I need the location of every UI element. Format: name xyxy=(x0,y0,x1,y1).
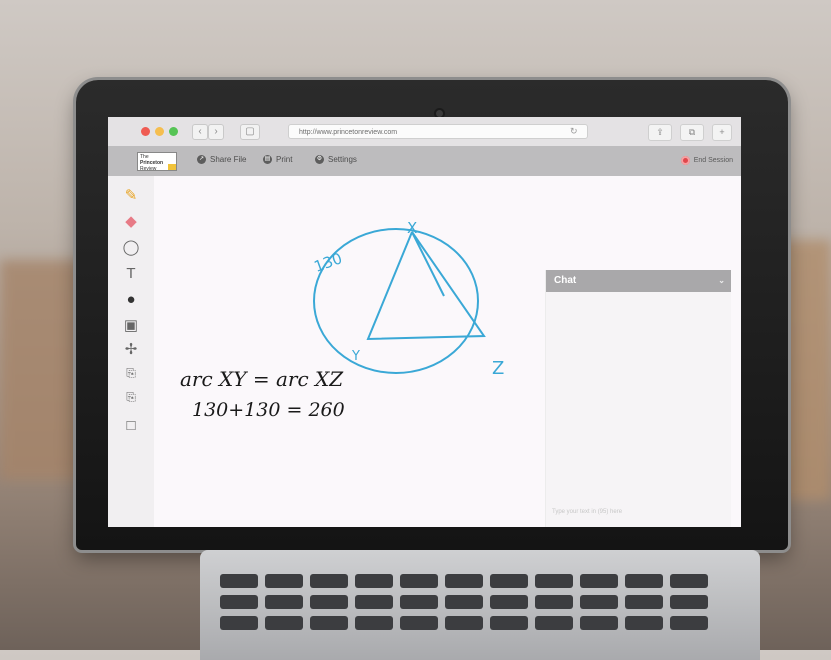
key xyxy=(535,616,573,630)
logo-accent xyxy=(168,164,176,170)
key xyxy=(310,595,348,609)
key xyxy=(400,574,438,588)
key xyxy=(220,616,258,630)
reload-icon[interactable]: ↻ xyxy=(570,126,578,137)
print-label: Print xyxy=(276,155,293,164)
key xyxy=(580,595,618,609)
print-icon: ▤ xyxy=(263,155,272,164)
key xyxy=(265,574,303,588)
chat-header[interactable]: Chat ⌄ xyxy=(546,270,731,292)
key xyxy=(445,595,483,609)
settings-label: Settings xyxy=(328,155,357,164)
window-maximize-button[interactable] xyxy=(169,127,178,136)
drawn-triangle xyxy=(366,231,486,341)
key xyxy=(445,616,483,630)
forward-icon[interactable]: › xyxy=(208,124,224,140)
chat-panel: Chat ⌄ Type your text in (95) here xyxy=(545,270,731,527)
app-header: The Princeton Review ↗ Share File ▤ Prin… xyxy=(108,146,741,176)
window-close-button[interactable] xyxy=(141,127,150,136)
label-y: Y xyxy=(351,349,360,364)
new-tab-icon[interactable]: + xyxy=(712,124,732,141)
key xyxy=(625,574,663,588)
key xyxy=(355,595,393,609)
keyboard xyxy=(220,574,740,630)
image-icon[interactable]: ▣ xyxy=(122,316,140,334)
print-button[interactable]: ▤ Print xyxy=(263,155,292,164)
key xyxy=(580,574,618,588)
copy-icon[interactable]: ⎘ xyxy=(122,364,140,382)
eraser-icon[interactable]: ◆ xyxy=(122,212,140,230)
end-session-button[interactable]: End Session xyxy=(680,156,733,165)
key xyxy=(535,574,573,588)
equation-line-1: arc XY = arc XZ xyxy=(180,367,344,391)
window-minimize-button[interactable] xyxy=(155,127,164,136)
key xyxy=(625,616,663,630)
move-icon[interactable]: ✢ xyxy=(122,340,140,358)
key xyxy=(490,616,528,630)
chat-input[interactable]: Type your text in (95) here xyxy=(552,509,622,515)
text-icon[interactable]: T xyxy=(122,264,140,282)
key xyxy=(670,574,708,588)
browser-toolbar: ‹ › ▢ http://www.princetonreview.com ↻ ⇪… xyxy=(108,117,741,147)
paste-icon[interactable]: ⎘ xyxy=(122,388,140,406)
share-icon: ↗ xyxy=(197,155,206,164)
key xyxy=(670,595,708,609)
fill-bucket-icon[interactable]: ● xyxy=(122,290,140,308)
key xyxy=(400,616,438,630)
key xyxy=(670,616,708,630)
key xyxy=(535,595,573,609)
chat-title: Chat xyxy=(554,275,577,286)
key xyxy=(445,574,483,588)
drawing-toolbar: ✎ ◆ ◯ T ● ▣ ✢ ⎘ ⎘ □ xyxy=(108,176,155,527)
key xyxy=(490,595,528,609)
end-session-icon xyxy=(680,156,690,165)
key xyxy=(265,595,303,609)
key xyxy=(355,616,393,630)
key xyxy=(220,574,258,588)
key xyxy=(220,595,258,609)
equation-line-2: 130+130 = 260 xyxy=(192,399,345,421)
chevron-down-icon[interactable]: ⌄ xyxy=(718,270,725,292)
key xyxy=(625,595,663,609)
address-bar[interactable]: http://www.princetonreview.com xyxy=(288,124,588,139)
square-shape-icon[interactable]: □ xyxy=(122,416,140,434)
laptop-screen: ‹ › ▢ http://www.princetonreview.com ↻ ⇪… xyxy=(108,117,741,527)
pencil-icon[interactable]: ✎ xyxy=(122,186,140,204)
share-file-button[interactable]: ↗ Share File xyxy=(197,155,246,164)
share-page-icon[interactable]: ⇪ xyxy=(648,124,672,141)
label-130: 130 xyxy=(312,249,345,276)
key xyxy=(490,574,528,588)
drawn-line xyxy=(411,231,445,297)
tabs-icon[interactable]: ⧉ xyxy=(680,124,704,141)
share-file-label: Share File xyxy=(210,155,247,164)
key xyxy=(355,574,393,588)
key xyxy=(580,616,618,630)
sidebar-icon[interactable]: ▢ xyxy=(240,124,260,140)
label-x: X xyxy=(407,219,417,237)
key xyxy=(400,595,438,609)
key xyxy=(310,616,348,630)
label-z: Z xyxy=(492,358,504,379)
back-icon[interactable]: ‹ xyxy=(192,124,208,140)
settings-icon: ⚙ xyxy=(315,155,324,164)
webcam xyxy=(436,110,443,117)
key xyxy=(310,574,348,588)
key xyxy=(265,616,303,630)
settings-button[interactable]: ⚙ Settings xyxy=(315,155,357,164)
circle-shape-icon[interactable]: ◯ xyxy=(122,238,140,256)
end-session-label: End Session xyxy=(693,157,733,164)
princeton-review-logo[interactable]: The Princeton Review xyxy=(137,152,177,172)
